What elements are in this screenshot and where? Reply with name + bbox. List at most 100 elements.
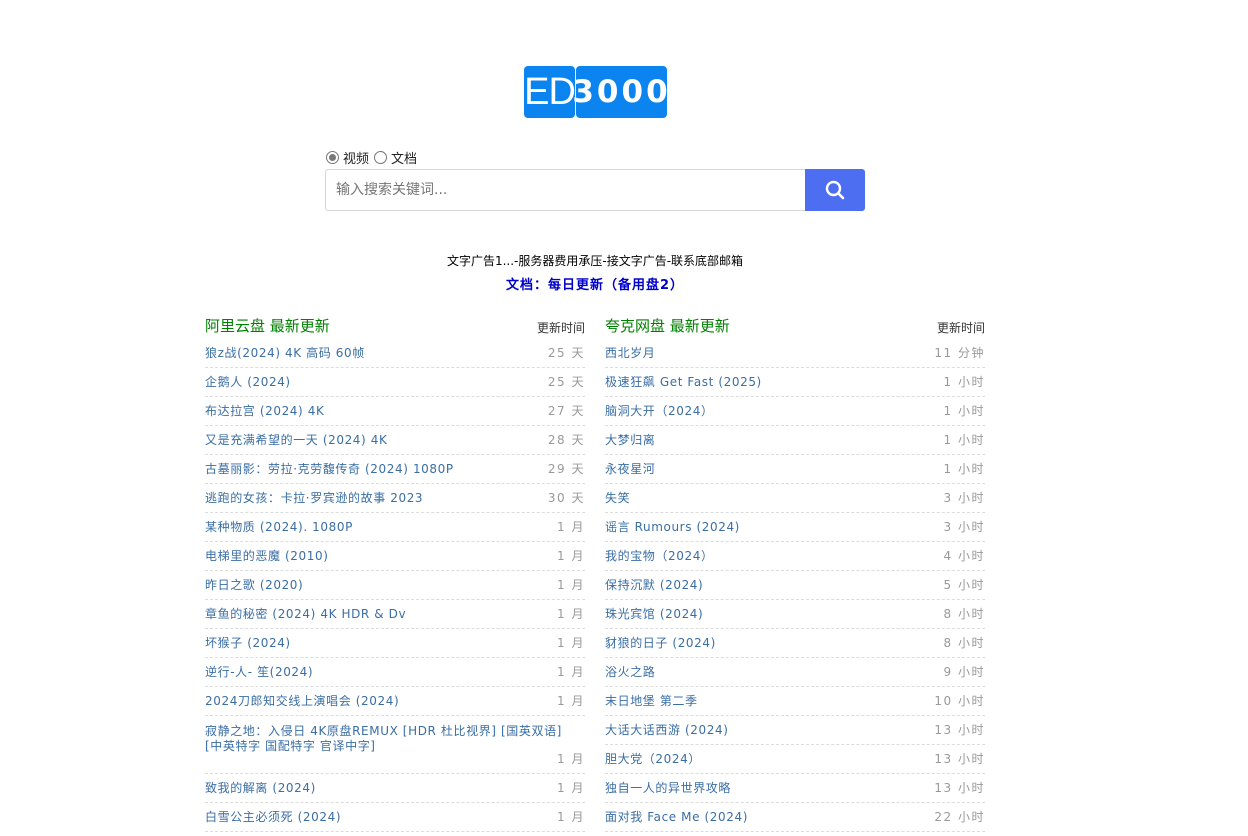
list-item[interactable]: 电梯里的恶魔 (2010) 1 月 (205, 543, 585, 571)
item-title-link[interactable]: 狼z战(2024) 4K 高码 60帧 (205, 344, 365, 361)
list-item[interactable]: 企鹅人 (2024) 25 天 (205, 369, 585, 397)
item-update-time: 1 月 (557, 549, 585, 563)
search-type-selector: 视频 文档 (325, 148, 421, 167)
list-item[interactable]: 布达拉宫 (2024) 4K 27 天 (205, 398, 585, 426)
item-title-link[interactable]: 电梯里的恶魔 (2010) (205, 547, 329, 564)
radio-video-label[interactable]: 视频 (343, 148, 369, 167)
item-title-link[interactable]: 珠光宾馆 (2024) (605, 605, 703, 622)
list-item[interactable]: 极速狂飙 Get Fast (2025) 1 小时 (605, 369, 985, 397)
list-item[interactable]: 白雪公主必须死 (2024) 1 月 (205, 804, 585, 832)
item-title-link[interactable]: 末日地堡 第二季 (605, 692, 698, 709)
search-input[interactable] (325, 169, 805, 211)
item-update-time: 13 小时 (934, 723, 985, 737)
item-update-time: 13 小时 (934, 781, 985, 795)
list-item[interactable]: 胆大党（2024） 13 小时 (605, 746, 985, 774)
item-update-time: 11 分钟 (934, 346, 985, 360)
column-header: 阿里云盘 最新更新 更新时间 (205, 314, 585, 336)
list-item[interactable]: 某种物质 (2024). 1080P 1 月 (205, 514, 585, 542)
list-item[interactable]: 末日地堡 第二季 10 小时 (605, 688, 985, 716)
item-title-link[interactable]: 面对我 Face Me (2024) (605, 808, 748, 825)
list-item[interactable]: 我的宝物（2024） 4 小时 (605, 543, 985, 571)
list-item[interactable]: 2024刀郎知交线上演唱会 (2024) 1 月 (205, 688, 585, 716)
item-title-link[interactable]: 2024刀郎知交线上演唱会 (2024) (205, 692, 399, 709)
text-ad-banner[interactable]: 文字广告1...-服务器费用承压-接文字广告-联系底部邮箱 (0, 252, 1190, 269)
item-title-link[interactable]: 某种物质 (2024). 1080P (205, 518, 353, 535)
list-item[interactable]: 古墓丽影：劳拉·克劳馥传奇 (2024) 1080P 29 天 (205, 456, 585, 484)
list-item[interactable]: 保持沉默 (2024) 5 小时 (605, 572, 985, 600)
quark-latest-column: 夸克网盘 最新更新 更新时间 西北岁月 11 分钟极速狂飙 Get Fast (2… (605, 314, 985, 833)
list-item[interactable]: 狼z战(2024) 4K 高码 60帧 25 天 (205, 340, 585, 368)
item-update-time: 13 小时 (934, 752, 985, 766)
column-time-header: 更新时间 (536, 321, 585, 335)
radio-video[interactable] (326, 151, 339, 164)
list-item[interactable]: 永夜星河 1 小时 (605, 456, 985, 484)
list-item[interactable]: 脑洞大开（2024） 1 小时 (605, 398, 985, 426)
logo-part-3000: 3000 (572, 66, 668, 118)
item-update-time: 1 月 (557, 781, 585, 795)
document-daily-update-link[interactable]: 文档：每日更新（备用盘2） (0, 274, 1190, 293)
item-title-link[interactable]: 坏猴子 (2024) (205, 634, 291, 651)
list-item[interactable]: 面对我 Face Me (2024) 22 小时 (605, 804, 985, 832)
item-title-link[interactable]: 章鱼的秘密 (2024) 4K HDR & Dv (205, 605, 406, 622)
column-title: 阿里云盘 最新更新 (205, 317, 330, 335)
list-item[interactable]: 逃跑的女孩：卡拉·罗宾逊的故事 2023 30 天 (205, 485, 585, 513)
item-title-link[interactable]: 豺狼的日子 (2024) (605, 634, 716, 651)
item-title-link[interactable]: 胆大党（2024） (605, 750, 701, 767)
item-update-time: 1 月 (557, 810, 585, 824)
item-title-link[interactable]: 浴火之路 (605, 663, 655, 680)
item-title-link[interactable]: 寂静之地：入侵日 4K原盘REMUX [HDR 杜比视界] [国英双语] [中英… (205, 724, 580, 754)
list-item[interactable]: 逆行-人- 笙(2024) 1 月 (205, 659, 585, 687)
item-title-link[interactable]: 昨日之歌 (2020) (205, 576, 303, 593)
item-title-link[interactable]: 逆行-人- 笙(2024) (205, 663, 313, 680)
item-title-link[interactable]: 我的宝物（2024） (605, 547, 714, 564)
list-item[interactable]: 章鱼的秘密 (2024) 4K HDR & Dv 1 月 (205, 601, 585, 629)
item-title-link[interactable]: 白雪公主必须死 (2024) (205, 808, 341, 825)
item-update-time: 25 天 (547, 375, 585, 389)
list-item[interactable]: 大话大话西游 (2024) 13 小时 (605, 717, 985, 745)
item-update-time: 25 天 (547, 346, 585, 360)
radio-document[interactable] (374, 151, 388, 164)
item-title-link[interactable]: 永夜星河 (605, 460, 655, 477)
item-title-link[interactable]: 企鹅人 (2024) (205, 373, 291, 390)
list-item[interactable]: 浴火之路 9 小时 (605, 659, 985, 687)
column-title: 夸克网盘 最新更新 (605, 317, 730, 335)
list-item[interactable]: 珠光宾馆 (2024) 8 小时 (605, 601, 985, 629)
column-time-header: 更新时间 (936, 321, 985, 335)
list-item[interactable]: 大梦归离 1 小时 (605, 427, 985, 455)
item-update-time: 27 天 (547, 404, 585, 418)
list-item[interactable]: 豺狼的日子 (2024) 8 小时 (605, 630, 985, 658)
list-item[interactable]: 西北岁月 11 分钟 (605, 340, 985, 368)
item-update-time: 30 天 (547, 491, 585, 505)
item-update-time: 28 天 (547, 433, 585, 447)
item-update-time: 8 小时 (943, 636, 985, 650)
item-title-link[interactable]: 布达拉宫 (2024) 4K (205, 402, 324, 419)
item-title-link[interactable]: 独自一人的异世界攻略 (605, 779, 731, 796)
item-title-link[interactable]: 逃跑的女孩：卡拉·罗宾逊的故事 2023 (205, 489, 423, 506)
list-item[interactable]: 致我的解离 (2024) 1 月 (205, 775, 585, 803)
item-title-link[interactable]: 大梦归离 (605, 431, 655, 448)
list-item[interactable]: 独自一人的异世界攻略 13 小时 (605, 775, 985, 803)
search-button[interactable] (805, 169, 865, 211)
item-title-link[interactable]: 大话大话西游 (2024) (605, 721, 729, 738)
item-title-link[interactable]: 古墓丽影：劳拉·克劳馥传奇 (2024) 1080P (205, 460, 454, 477)
item-title-link[interactable]: 失笑 (605, 489, 630, 506)
item-title-link[interactable]: 致我的解离 (2024) (205, 779, 316, 796)
list-item[interactable]: 昨日之歌 (2020) 1 月 (205, 572, 585, 600)
update-list: 狼z战(2024) 4K 高码 60帧 25 天企鹅人 (2024) 25 天布达拉… (205, 340, 585, 832)
item-title-link[interactable]: 又是充满希望的一天 (2024) 4K (205, 431, 387, 448)
list-item[interactable]: 失笑 3 小时 (605, 485, 985, 513)
item-title-link[interactable]: 谣言 Rumours (2024) (605, 518, 740, 535)
radio-document-label[interactable]: 文档 (391, 148, 417, 167)
list-item[interactable]: 寂静之地：入侵日 4K原盘REMUX [HDR 杜比视界] [国英双语] [中英… (205, 717, 585, 774)
item-title-link[interactable]: 脑洞大开（2024） (605, 402, 714, 419)
item-update-time: 3 小时 (943, 491, 985, 505)
item-title-link[interactable]: 保持沉默 (2024) (605, 576, 703, 593)
item-title-link[interactable]: 西北岁月 (605, 344, 655, 361)
list-item[interactable]: 坏猴子 (2024) 1 月 (205, 630, 585, 658)
list-item[interactable]: 又是充满希望的一天 (2024) 4K 28 天 (205, 427, 585, 455)
item-title-link[interactable]: 极速狂飙 Get Fast (2025) (605, 373, 762, 390)
item-update-time: 1 小时 (943, 404, 985, 418)
list-item[interactable]: 谣言 Rumours (2024) 3 小时 (605, 514, 985, 542)
item-update-time: 1 小时 (943, 462, 985, 476)
site-logo[interactable]: ED 3000 (524, 66, 668, 118)
